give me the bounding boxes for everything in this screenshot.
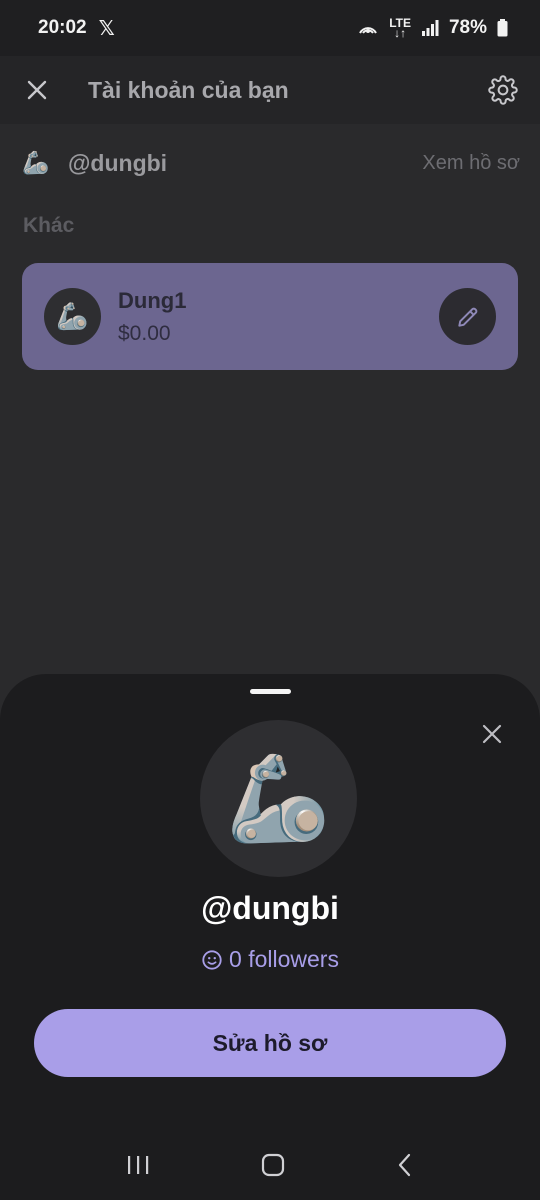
profile-row[interactable]: 🦾 @dungbi Xem hồ sơ — [22, 140, 520, 186]
back-icon[interactable] — [395, 1152, 415, 1178]
followers-label: 0 followers — [229, 946, 339, 972]
account-info: Dung1 $0.00 — [118, 288, 186, 346]
profile-bottom-sheet: 🦾 @dungbi 0 followers Sửa hồ sơ — [0, 674, 540, 1200]
edit-profile-button[interactable]: Sửa hồ sơ — [34, 1009, 506, 1077]
status-time: 20:02 — [38, 17, 87, 38]
status-right: LTE ↓↑ 78% — [357, 17, 508, 39]
view-profile-link[interactable]: Xem hồ sơ — [422, 152, 520, 175]
profile-handle: @dungbi — [68, 149, 168, 176]
followers-count[interactable]: 0 followers — [0, 946, 540, 973]
sheet-drag-handle[interactable] — [250, 689, 291, 694]
battery-icon — [497, 19, 508, 37]
account-name: Dung1 — [118, 287, 187, 313]
close-icon[interactable] — [480, 722, 504, 746]
network-type: LTE ↓↑ — [389, 17, 411, 39]
smile-icon — [202, 949, 222, 970]
account-emoji: 🦾 — [56, 301, 89, 331]
sheet-avatar: 🦾 — [200, 720, 357, 877]
account-avatar: 🦾 — [44, 288, 101, 345]
pencil-icon — [457, 307, 477, 327]
battery-percent: 78% — [448, 17, 487, 38]
sheet-avatar-emoji: 🦾 — [226, 751, 331, 845]
sheet-handle: @dungbi — [201, 890, 339, 926]
status-bar: 20:02 𝕏 LTE ↓↑ 78% — [0, 0, 540, 56]
recent-apps-icon[interactable] — [125, 1153, 151, 1177]
gear-icon[interactable] — [488, 75, 518, 105]
account-card[interactable]: 🦾 Dung1 $0.00 — [22, 263, 518, 370]
hotspot-icon — [359, 27, 378, 34]
home-icon[interactable] — [260, 1152, 286, 1178]
profile-emoji: 🦾 — [22, 150, 50, 175]
signal-icon — [421, 20, 439, 36]
section-label-other: Khác — [23, 214, 75, 237]
page-title: Tài khoản của bạn — [88, 76, 289, 103]
account-balance: $0.00 — [118, 321, 171, 345]
system-nav-bar — [0, 1130, 540, 1200]
close-icon[interactable] — [22, 75, 52, 105]
edit-account-button[interactable] — [439, 288, 496, 345]
x-logo-icon: 𝕏 — [98, 17, 115, 40]
app-bar: Tài khoản của bạn — [0, 56, 540, 124]
